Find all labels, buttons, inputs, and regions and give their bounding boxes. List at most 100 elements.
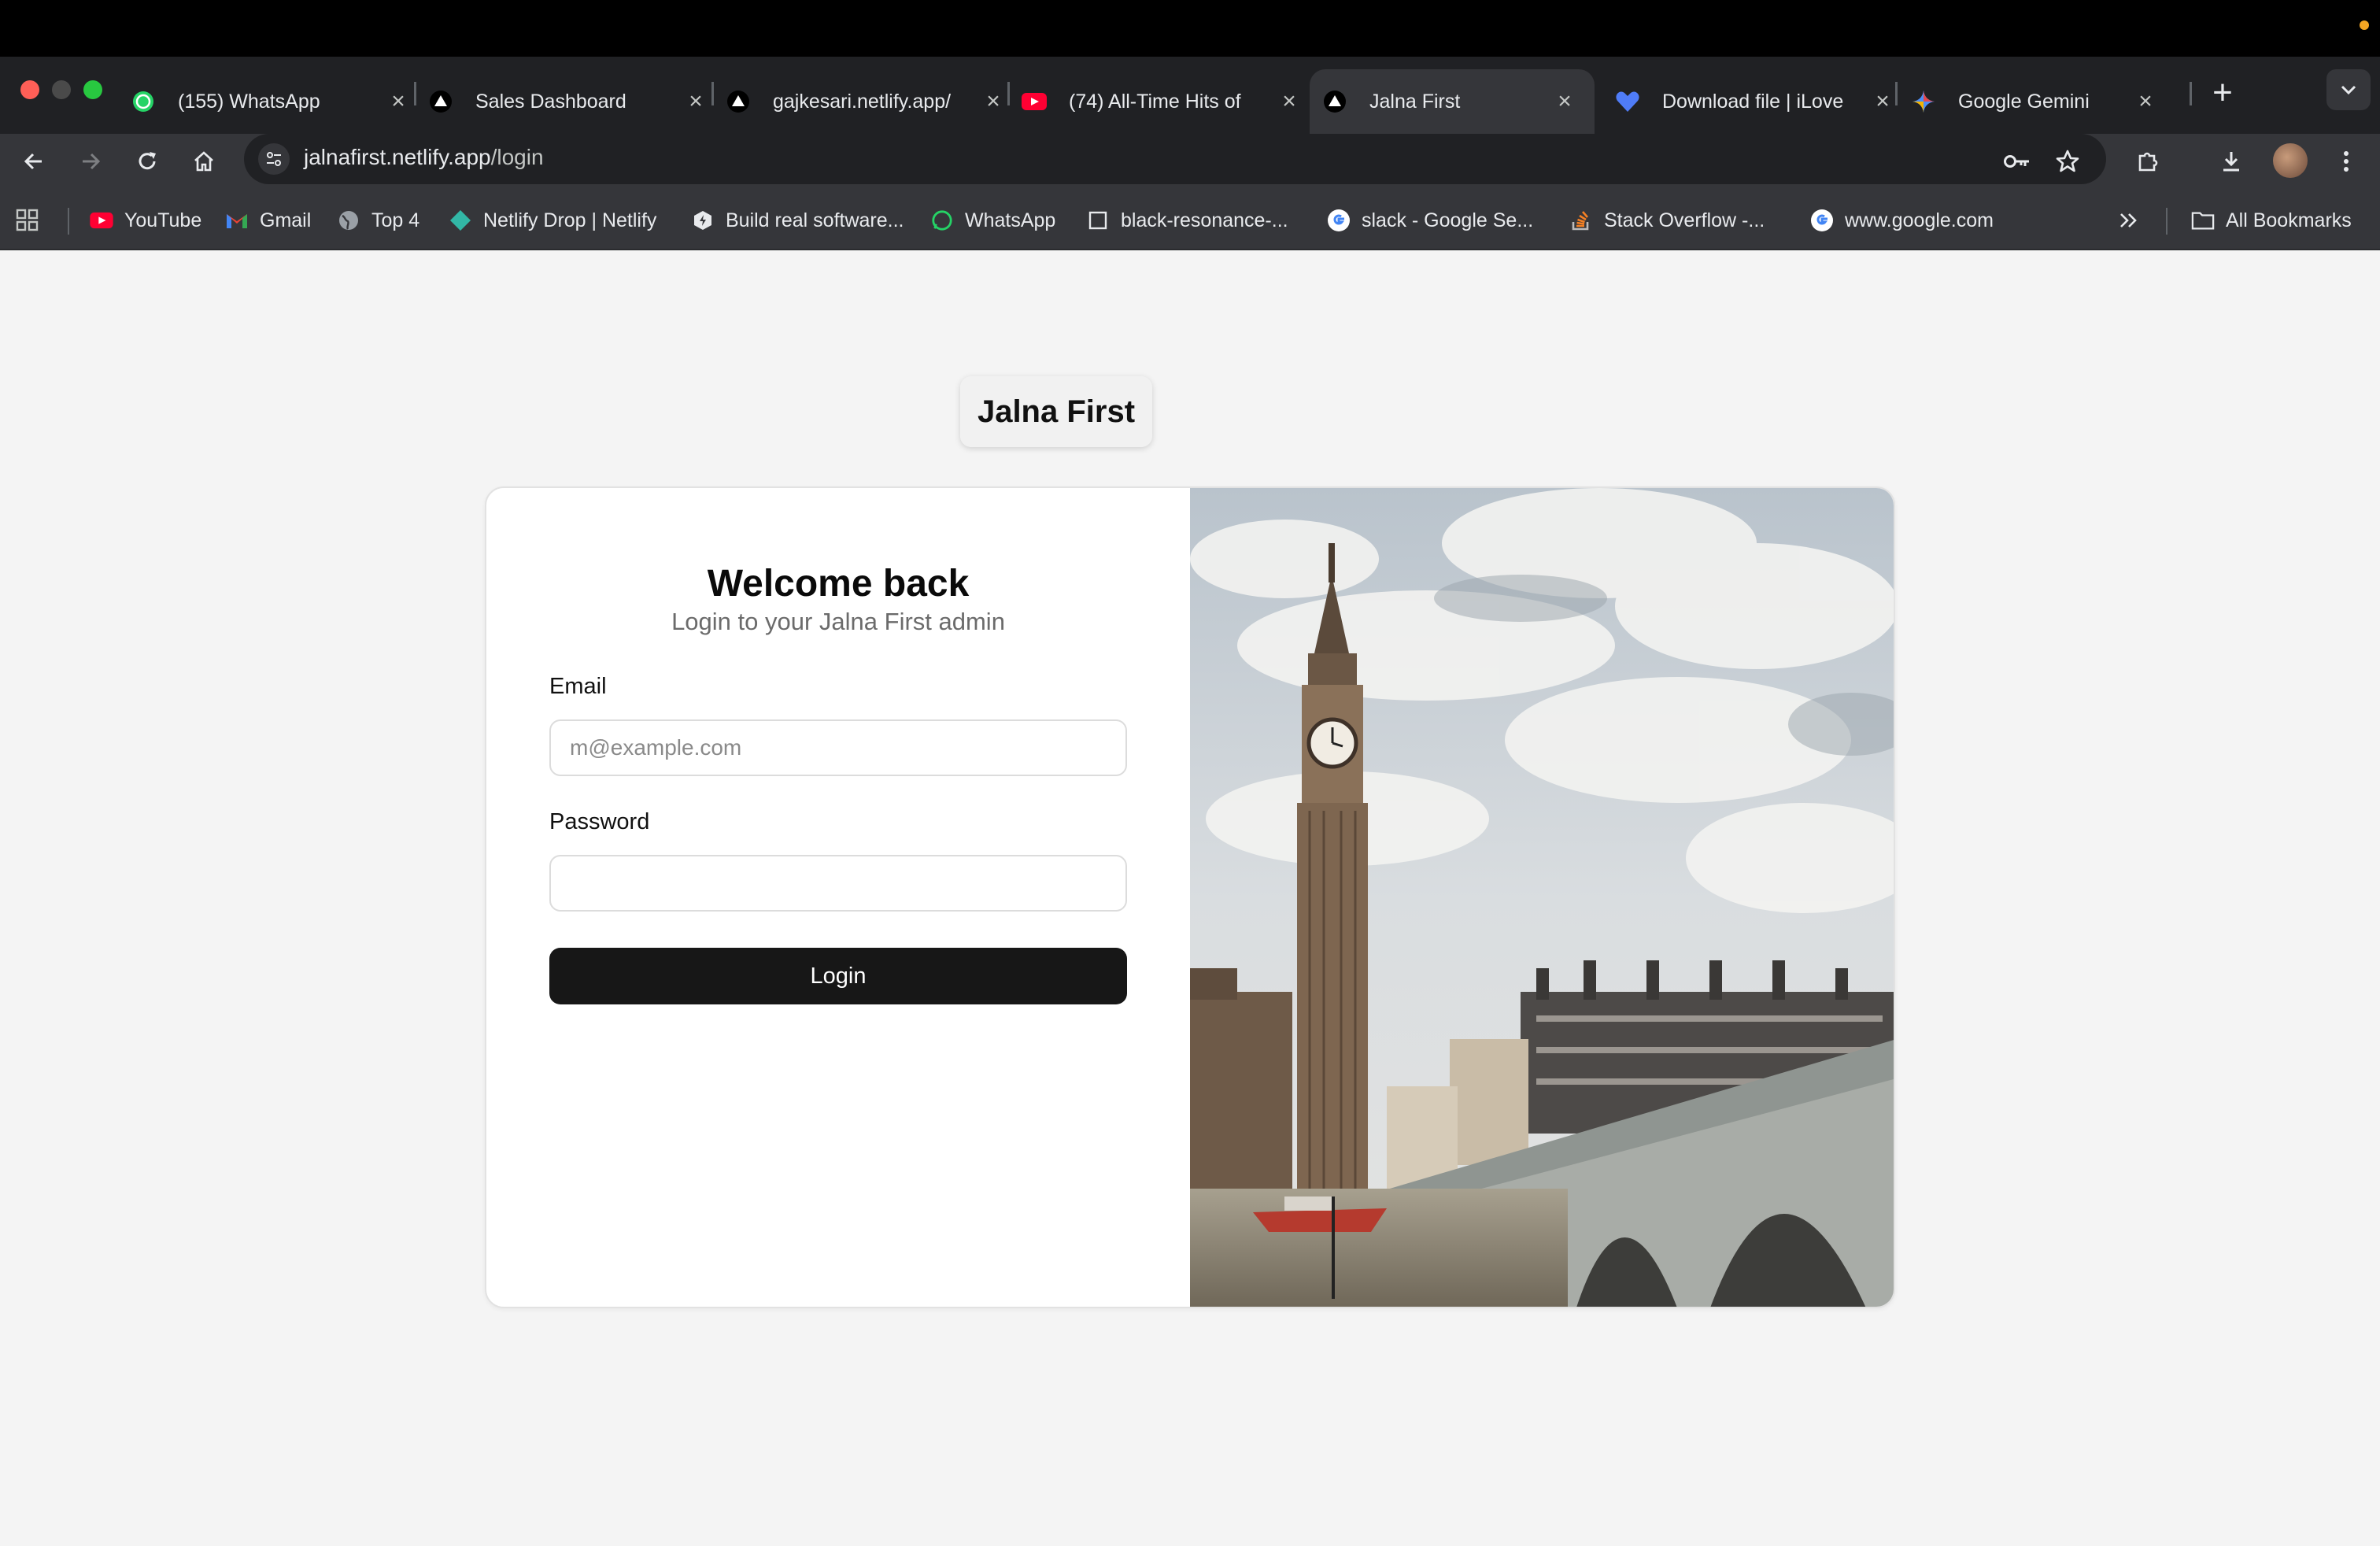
forward-button[interactable] xyxy=(69,140,112,183)
arrow-right-icon xyxy=(83,153,101,170)
home-icon xyxy=(194,151,213,172)
login-card: Welcome back Login to your Jalna First a… xyxy=(485,486,1895,1308)
close-tab-icon[interactable]: × xyxy=(2133,88,2158,114)
hero-image xyxy=(1190,488,1894,1307)
tab-title: gajkesari.netlify.app/ xyxy=(773,90,952,113)
youtube-icon xyxy=(1022,89,1047,114)
bookmark-label: Netlify Drop | Netlify xyxy=(483,209,657,231)
page-title: Welcome back xyxy=(707,563,970,605)
url-host: jalnafirst.netlify.app xyxy=(304,145,491,169)
reload-icon xyxy=(139,152,156,170)
whatsapp-icon xyxy=(930,209,954,232)
close-tab-icon[interactable]: × xyxy=(1552,88,1577,114)
password-label: Password xyxy=(549,809,650,834)
netlify-icon xyxy=(449,209,472,232)
download-icon xyxy=(2223,152,2239,172)
close-window-button[interactable] xyxy=(20,80,39,99)
tab-title: Sales Dashboard xyxy=(475,90,626,113)
tab-jalna-first[interactable]: Jalna First × xyxy=(1310,69,1595,134)
bookmarks-divider xyxy=(2166,208,2168,235)
ilovepdf-heart-icon xyxy=(1615,89,1640,114)
close-tab-icon[interactable]: × xyxy=(981,88,1006,114)
downloads-button[interactable] xyxy=(2210,140,2252,183)
tab-divider xyxy=(2190,82,2192,105)
reload-button[interactable] xyxy=(126,140,168,183)
macos-menu-bar xyxy=(0,0,2380,57)
tab-ilovepdf[interactable]: Download file | iLove × xyxy=(1615,69,1913,134)
more-bookmarks-button[interactable] xyxy=(2119,205,2139,236)
google-icon xyxy=(1327,209,1351,232)
bookmark-label: Gmail xyxy=(260,209,312,231)
apps-grid-icon xyxy=(16,209,39,231)
password-field[interactable] xyxy=(549,855,1127,912)
bookmark-build-real-software[interactable]: Build real software... xyxy=(691,205,904,236)
bookmark-label: slack - Google Se... xyxy=(1362,209,1534,231)
key-icon xyxy=(2004,155,2029,168)
tab-divider xyxy=(1895,82,1898,105)
puzzle-icon xyxy=(2138,152,2158,172)
folder-icon xyxy=(2191,209,2215,232)
gemini-icon xyxy=(1911,89,1936,114)
vercel-icon xyxy=(1322,89,1347,114)
globe-icon xyxy=(337,209,360,232)
url-text[interactable]: jalnafirst.netlify.app/login xyxy=(304,145,544,170)
star-icon xyxy=(2056,150,2079,172)
email-field[interactable] xyxy=(549,719,1127,776)
square-icon xyxy=(1086,209,1110,232)
password-key-button[interactable] xyxy=(1996,140,2038,183)
close-tab-icon[interactable]: × xyxy=(683,88,708,114)
bookmark-google[interactable]: www.google.com xyxy=(1810,205,1994,236)
tab-gajkesari[interactable]: gajkesari.netlify.app/ × xyxy=(726,69,1023,134)
bookmark-label: WhatsApp xyxy=(965,209,1056,231)
bookmark-label: Stack Overflow -... xyxy=(1604,209,1765,231)
bookmark-top-4[interactable]: Top 4 xyxy=(337,205,419,236)
vercel-icon xyxy=(726,89,751,114)
bookmark-star-button[interactable] xyxy=(2046,140,2089,183)
tab-search-button[interactable] xyxy=(2326,69,2371,110)
apps-button[interactable] xyxy=(16,205,39,236)
bookmark-label: Top 4 xyxy=(371,209,420,231)
bookmark-netlify-drop[interactable]: Netlify Drop | Netlify xyxy=(449,205,656,236)
profile-avatar[interactable] xyxy=(2273,143,2308,178)
bookmark-label: black-resonance-... xyxy=(1121,209,1288,231)
chevron-down-icon xyxy=(2341,85,2356,95)
login-form: Welcome back Login to your Jalna First a… xyxy=(486,488,1190,1307)
bookmarks-divider xyxy=(68,208,69,235)
arrow-left-icon xyxy=(24,153,42,170)
url-path: /login xyxy=(490,145,544,169)
bookmark-gmail[interactable]: Gmail xyxy=(225,205,311,236)
site-settings-icon[interactable] xyxy=(258,143,290,175)
bookmark-stack-overflow[interactable]: Stack Overflow -... xyxy=(1569,205,1765,236)
close-tab-icon[interactable]: × xyxy=(386,88,411,114)
browser-menu-button[interactable] xyxy=(2325,140,2367,183)
tab-title: Download file | iLove xyxy=(1662,90,1844,113)
bookmark-label: YouTube xyxy=(124,209,202,231)
vercel-icon xyxy=(428,89,453,114)
maximize-window-button[interactable] xyxy=(83,80,102,99)
tab-sales-dashboard[interactable]: Sales Dashboard × xyxy=(428,69,726,134)
london-big-ben-illustration xyxy=(1190,488,1894,1307)
new-tab-button[interactable]: + xyxy=(2204,73,2241,112)
recording-indicator-icon xyxy=(2360,20,2369,30)
minimize-window-button[interactable] xyxy=(52,80,71,99)
extensions-button[interactable] xyxy=(2127,140,2169,183)
bookmark-black-resonance[interactable]: black-resonance-... xyxy=(1086,205,1288,236)
login-button[interactable]: Login xyxy=(549,948,1127,1004)
bookmark-label: Build real software... xyxy=(726,209,904,231)
bookmark-label: www.google.com xyxy=(1845,209,1994,231)
close-tab-icon[interactable]: × xyxy=(1870,88,1895,114)
home-button[interactable] xyxy=(183,140,225,183)
close-tab-icon[interactable]: × xyxy=(1277,88,1302,114)
back-button[interactable] xyxy=(13,140,55,183)
bookmark-whatsapp[interactable]: WhatsApp xyxy=(930,205,1055,236)
bookmark-slack-google-search[interactable]: slack - Google Se... xyxy=(1327,205,1533,236)
tab-divider xyxy=(414,82,416,105)
brand-badge: Jalna First xyxy=(960,376,1152,447)
all-bookmarks-label: All Bookmarks xyxy=(2226,209,2352,231)
bookmark-youtube[interactable]: YouTube xyxy=(90,205,201,236)
tab-youtube[interactable]: (74) All-Time Hits of × xyxy=(1022,69,1319,134)
all-bookmarks-button[interactable]: All Bookmarks xyxy=(2191,205,2352,236)
tab-google-gemini[interactable]: Google Gemini × xyxy=(1911,69,2175,134)
tab-whatsapp[interactable]: (155) WhatsApp × xyxy=(131,69,428,134)
bolt-icon xyxy=(691,209,715,232)
